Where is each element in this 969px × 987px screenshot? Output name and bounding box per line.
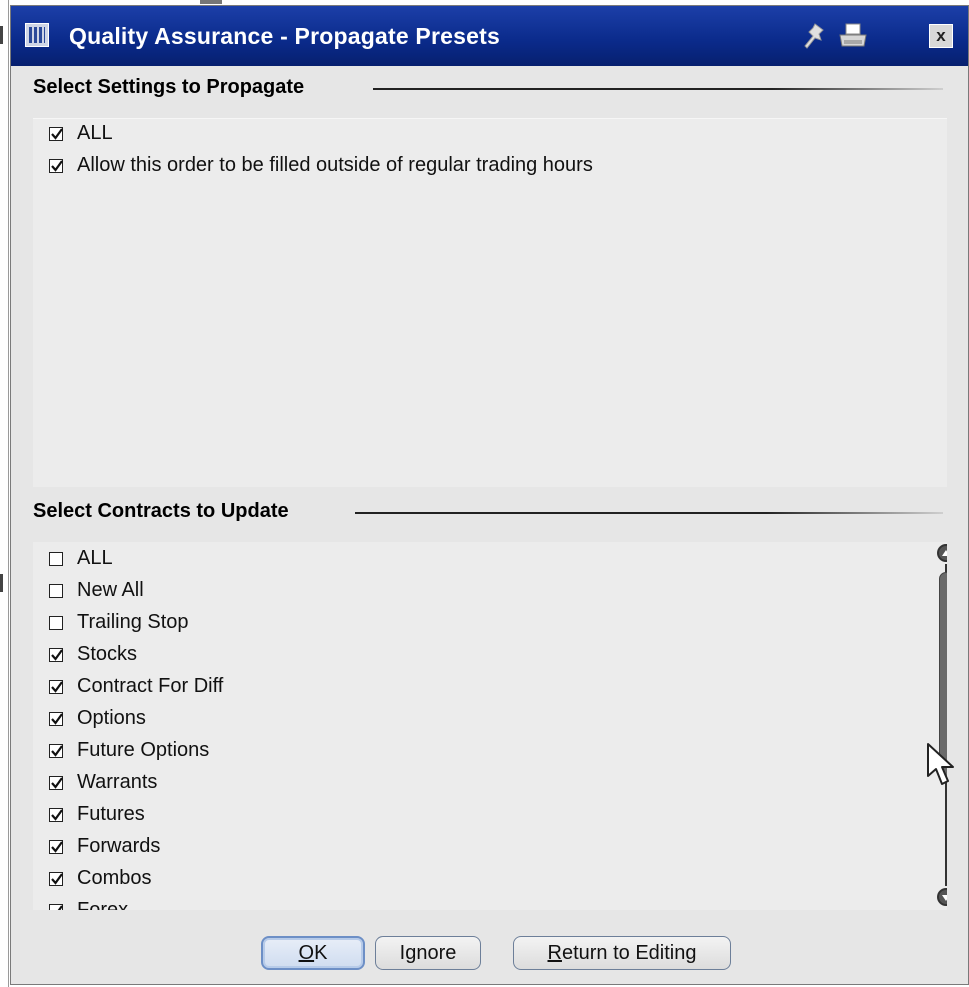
return-label-rest: eturn to Editing (561, 942, 697, 964)
app-icon[interactable] (25, 23, 49, 47)
checkbox[interactable] (49, 680, 63, 694)
close-icon[interactable]: x (929, 24, 953, 48)
contracts-list[interactable]: ALL New All Trailing Stop Stocks Contrac… (33, 542, 947, 910)
checkbox[interactable] (49, 840, 63, 854)
section-rule (373, 88, 943, 90)
checkbox[interactable] (49, 712, 63, 726)
edge-marker (0, 26, 3, 44)
settings-list: ALL Allow this order to be filled outsid… (33, 118, 947, 487)
checkbox[interactable] (49, 127, 63, 141)
contract-item-label: Forex (77, 899, 129, 910)
settings-item-label: ALL (77, 122, 113, 144)
contract-item-label: New All (77, 579, 144, 601)
section-rule (355, 512, 943, 514)
contract-item-label: Stocks (77, 643, 138, 665)
contract-item-label: Forwards (77, 835, 161, 857)
settings-heading-label: Select Settings to Propagate (33, 76, 305, 98)
contract-item-label: Trailing Stop (77, 611, 189, 633)
checkbox[interactable] (49, 776, 63, 790)
checkbox[interactable] (49, 159, 63, 173)
checkbox[interactable] (49, 616, 63, 630)
settings-item-label: Allow this order to be filled outside of… (77, 154, 593, 176)
ignore-button[interactable]: Ignore (375, 936, 481, 970)
contract-item-label: Contract For Diff (77, 675, 224, 697)
checkbox[interactable] (49, 584, 63, 598)
title-bar[interactable]: Quality Assurance - Propagate Presets x (11, 6, 968, 66)
scroll-up-icon[interactable] (937, 544, 947, 562)
contracts-scrollbar[interactable] (935, 542, 947, 908)
print-icon[interactable] (837, 22, 869, 50)
return-mnemonic: R (547, 942, 562, 964)
contracts-heading-label: Select Contracts to Update (33, 500, 289, 522)
ignore-label: Ignore (399, 942, 457, 964)
ok-mnemonic: O (298, 942, 315, 964)
pin-icon[interactable] (801, 22, 827, 50)
contract-item-label: Futures (77, 803, 145, 825)
contract-item-label: Options (77, 707, 146, 729)
settings-section-heading: Select Settings to Propagate (11, 74, 968, 104)
checkbox[interactable] (49, 904, 63, 910)
checkbox[interactable] (49, 648, 63, 662)
contract-item-label: Combos (77, 867, 152, 889)
checkbox[interactable] (49, 808, 63, 822)
mouse-pointer-icon (927, 743, 954, 785)
checkbox[interactable] (49, 872, 63, 886)
background-window-nub (200, 0, 222, 4)
checkbox[interactable] (49, 744, 63, 758)
contracts-section-heading: Select Contracts to Update (11, 498, 968, 528)
scroll-down-icon[interactable] (937, 888, 947, 906)
edge-marker (0, 574, 3, 592)
contract-item-label: Warrants (77, 771, 158, 793)
window-title: Quality Assurance - Propagate Presets (69, 23, 500, 49)
return-to-editing-button[interactable]: Return to Editing (513, 936, 731, 970)
contract-item-label: Future Options (77, 739, 210, 761)
checkbox[interactable] (49, 552, 63, 566)
ok-label-rest: K (314, 942, 328, 964)
contract-item-label: ALL (77, 547, 113, 569)
background-window-edge (0, 0, 9, 987)
ok-button[interactable]: OK (261, 936, 365, 970)
propagate-presets-dialog: Quality Assurance - Propagate Presets x … (10, 5, 969, 985)
